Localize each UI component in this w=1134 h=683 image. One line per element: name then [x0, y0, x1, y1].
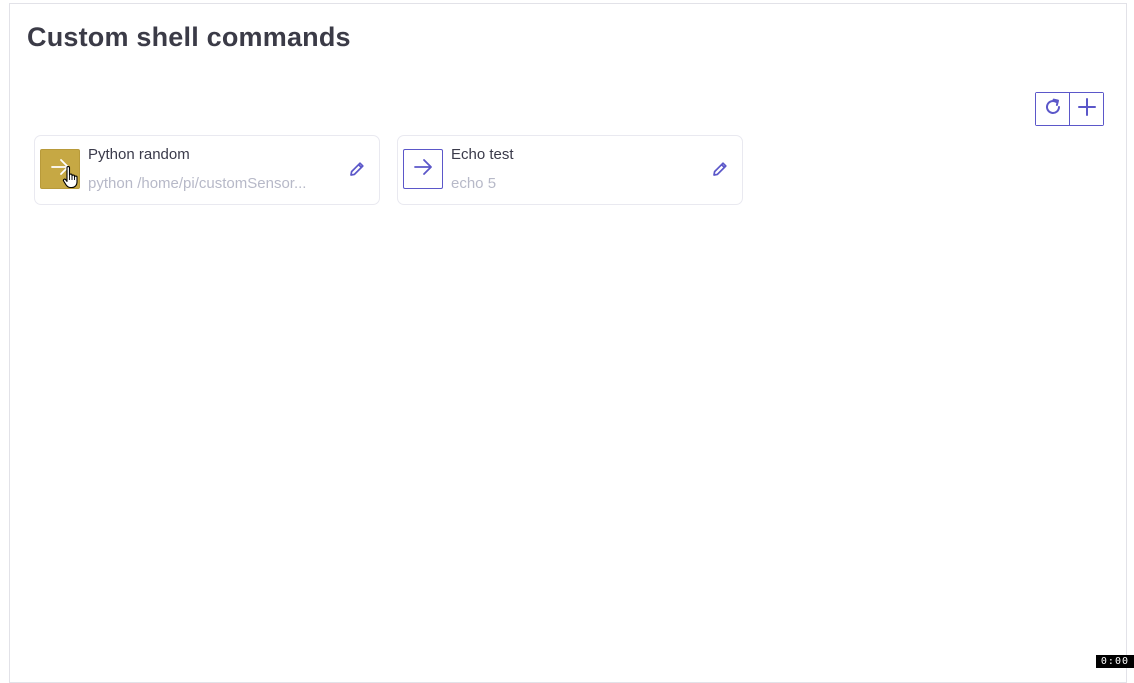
command-toolbar: [1035, 92, 1104, 126]
refresh-button[interactable]: [1036, 93, 1069, 125]
add-command-button[interactable]: [1069, 93, 1103, 125]
command-name: Python random: [88, 146, 190, 163]
run-command-button[interactable]: [403, 149, 443, 189]
main-panel: Custom shell commands: [9, 3, 1127, 683]
recording-timer: 0:00: [1096, 655, 1134, 668]
edit-command-button[interactable]: [347, 161, 367, 181]
command-list: Python random python /home/pi/customSens…: [34, 135, 743, 205]
arrow-right-icon: [49, 156, 71, 183]
arrow-right-icon: [412, 156, 434, 183]
command-text: echo 5: [451, 175, 691, 192]
run-command-button[interactable]: [40, 149, 80, 189]
refresh-icon: [1043, 97, 1063, 122]
command-card: Python random python /home/pi/customSens…: [34, 135, 380, 205]
pencil-icon: [711, 160, 729, 183]
command-card: Echo test echo 5: [397, 135, 743, 205]
page-title: Custom shell commands: [27, 22, 351, 53]
pencil-icon: [348, 160, 366, 183]
command-text: python /home/pi/customSensor...: [88, 175, 328, 192]
command-name: Echo test: [451, 146, 514, 163]
edit-command-button[interactable]: [710, 161, 730, 181]
plus-icon: [1077, 97, 1097, 122]
